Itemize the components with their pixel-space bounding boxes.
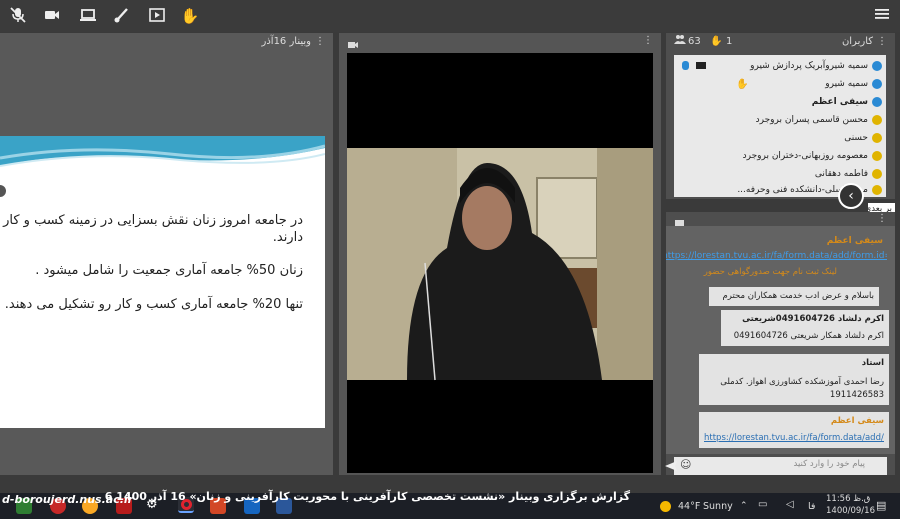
chat-messages: سیفی اعظم https://lorestan.tvu.ac.ir/fa/… xyxy=(666,226,895,454)
pinned-author: سیفی اعظم xyxy=(826,236,883,246)
next-arrow-button[interactable]: ‹ xyxy=(838,183,864,209)
site-watermark: d-boroujerd.nus.ac.ir xyxy=(2,493,134,506)
more-options-icon[interactable]: ⋮ xyxy=(877,213,887,224)
chevron-up-icon[interactable]: ⌃ xyxy=(740,501,748,511)
network-icon[interactable]: ▭ xyxy=(758,499,767,510)
users-list: سمیه شیروآبریک پردازش شیرو سمیه شیرو ✋ س… xyxy=(674,55,886,197)
raised-hands-count: 1 xyxy=(726,36,733,47)
presentation-header: وبینار 16آذر ⋮ xyxy=(0,33,333,51)
presentation-title: وبینار 16آذر xyxy=(261,36,312,47)
user-row[interactable]: فاطمه دهقانی xyxy=(815,166,882,182)
users-panel: 63 ✋ 1 کاربران ⋮ سمیه شیروآبریک پردازش ش… xyxy=(666,33,895,215)
chat-message: اکرم دلشاد 0491604726شریعتی اکرم دلشاد ه… xyxy=(721,310,889,346)
slide-text-line: در جامعه امروز زنان نقش بسزایی در زمینه … xyxy=(3,213,303,228)
user-row[interactable]: حسنی xyxy=(844,130,882,146)
emoji-icon[interactable]: ☺ xyxy=(680,458,691,471)
mic-icon xyxy=(682,61,689,70)
mic-off-icon[interactable] xyxy=(8,6,28,26)
user-row[interactable]: سمیه شیروآبریک پردازش شیرو xyxy=(750,58,882,74)
weather-temp: 44°F xyxy=(678,501,701,512)
brush-icon[interactable] xyxy=(112,6,132,26)
user-icon xyxy=(872,169,882,179)
raise-hand-icon[interactable]: ✋ xyxy=(180,6,200,26)
media-player-icon[interactable] xyxy=(147,6,167,26)
user-icon xyxy=(872,151,882,161)
raised-hand-icon: ✋ xyxy=(710,36,723,47)
user-icon xyxy=(872,97,882,107)
video-frame xyxy=(347,53,653,473)
slide-text-line: زنان 50% جامعه آماری جمعیت را شامل میشود… xyxy=(35,263,303,278)
more-options-icon[interactable]: ⋮ xyxy=(643,35,653,46)
presentation-panel: وبینار 16آذر ⋮ در جامعه امروز زنان نقش ب… xyxy=(0,33,333,475)
more-options-icon[interactable]: ⋮ xyxy=(877,33,887,51)
chat-message: استاد رضا احمدی آموزشکده کشاورزی اهواز. … xyxy=(699,354,889,405)
slide-wave-decoration xyxy=(0,136,325,167)
notification-icon[interactable]: ▤ xyxy=(876,499,886,512)
user-icon xyxy=(872,133,882,143)
volume-icon[interactable]: ◁ xyxy=(786,499,794,510)
slide-text-line: تنها 20% جامعه آماری کسب و کار رو تشکیل … xyxy=(4,297,303,312)
user-row[interactable]: محسن قاسمی پسران بروجرد xyxy=(756,112,882,128)
clock-time: 11:56 ق.ظ xyxy=(826,494,871,504)
chat-input[interactable]: پیام خود را وارد کنید ☺ xyxy=(674,457,887,475)
user-icon xyxy=(872,61,882,71)
chevron-left-icon: ‹ xyxy=(848,188,854,204)
user-icon xyxy=(872,115,882,125)
webinar-app: ✋ وبینار 16آذر ⋮ در جامعه امروز زنان نقش… xyxy=(0,0,900,519)
users-header: 63 ✋ 1 کاربران ⋮ xyxy=(666,33,895,51)
camera-icon[interactable] xyxy=(42,6,62,26)
user-row[interactable]: معصومه روزبهانی-دختران بروجرد xyxy=(743,148,882,164)
users-count: 63 xyxy=(688,36,701,47)
news-caption: گزارش برگزاری وبینار «نشست تخصصی کارآفری… xyxy=(104,490,630,503)
user-icon xyxy=(872,79,882,89)
chat-message: سیفی اعظم https://lorestan.tvu.ac.ir/fa/… xyxy=(699,412,889,448)
menu-icon[interactable] xyxy=(872,6,892,26)
chat-message: باسلام و عرض ادب خدمت همکاران محترم xyxy=(709,287,879,306)
user-row[interactable]: سیفی اعظم xyxy=(812,94,882,110)
clock-date: 1400/09/16 xyxy=(826,506,875,516)
weather-desc: Sunny xyxy=(703,501,733,512)
users-icon xyxy=(674,33,686,51)
language-indicator[interactable]: فا xyxy=(808,501,815,512)
screen-share-icon[interactable] xyxy=(78,6,98,26)
sun-icon xyxy=(660,501,671,512)
users-title: کاربران xyxy=(841,36,873,47)
pinned-note: لینک ثبت نام جهت صدورگواهی حضور xyxy=(703,267,837,277)
video-icon xyxy=(696,62,706,69)
toolbar: ✋ xyxy=(0,0,900,32)
more-options-icon[interactable]: ⋮ xyxy=(315,33,325,51)
video-panel: ⋮ xyxy=(339,33,661,475)
chat-panel: ⋮ سیفی اعظم https://lorestan.tvu.ac.ir/f… xyxy=(664,212,895,475)
slide-text-line: دارند. xyxy=(272,230,303,245)
slide: در جامعه امروز زنان نقش بسزایی در زمینه … xyxy=(0,136,325,428)
pinned-link[interactable]: https://lorestan.tvu.ac.ir/fa/form.data/… xyxy=(666,251,887,261)
user-icon xyxy=(872,185,882,195)
webcam-feed xyxy=(347,148,653,381)
user-row[interactable]: سمیه شیرو xyxy=(825,76,882,92)
send-icon[interactable] xyxy=(664,458,680,472)
raised-hand-icon: ✋ xyxy=(736,79,749,90)
